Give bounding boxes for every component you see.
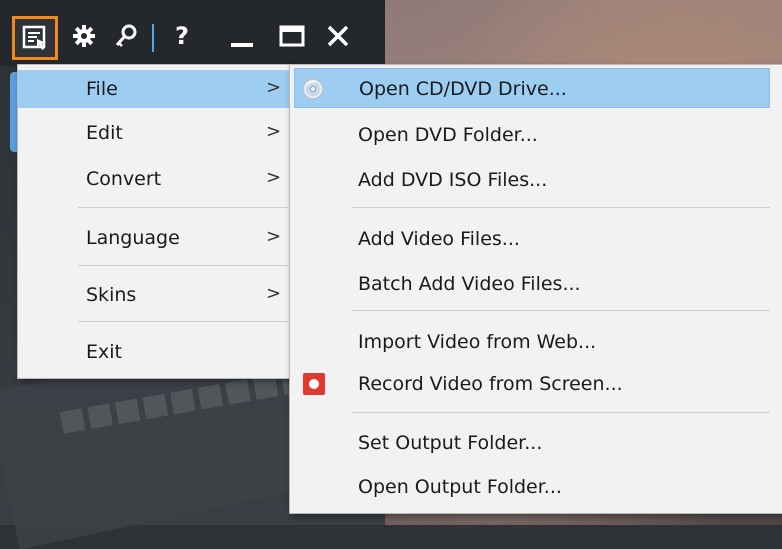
maximize-icon[interactable] [274,18,310,54]
menu-item-convert[interactable]: Convert > [18,160,291,198]
submenu-item-import-video-from-web[interactable]: Import Video from Web... [290,322,780,362]
submenu-item-add-dvd-iso-files[interactable]: Add DVD ISO Files... [290,160,780,200]
submenu-item-open-dvd-folder[interactable]: Open DVD Folder... [290,115,780,155]
title-toolbar: ? [0,0,385,66]
menu-item-label: Convert [86,168,162,190]
submenu-separator [352,310,770,311]
submenu-item-label: Set Output Folder... [358,432,543,454]
menu-separator [78,321,288,322]
menu-item-language[interactable]: Language > [18,219,291,257]
submenu-item-label: Open CD/DVD Drive... [359,78,567,100]
submenu-item-label: Batch Add Video Files... [358,273,581,295]
submenu-arrow-icon: > [266,167,282,188]
close-icon[interactable] [320,18,356,54]
menu-icon[interactable] [12,16,58,60]
submenu-item-label: Open DVD Folder... [358,124,538,146]
menu-separator [78,265,288,266]
submenu-arrow-icon: > [266,77,282,98]
submenu-item-label: Import Video from Web... [358,331,597,353]
submenu-item-open-cd-dvd-drive[interactable]: Open CD/DVD Drive... [294,68,770,108]
submenu-item-set-output-folder[interactable]: Set Output Folder... [290,423,780,463]
gear-icon[interactable] [66,18,102,54]
minimize-icon[interactable] [224,18,260,54]
menu-item-label: Language [86,227,180,249]
menu-item-label: Skins [86,284,137,306]
submenu-item-record-video-from-screen[interactable]: Record Video from Screen... [290,364,780,404]
help-icon[interactable]: ? [164,18,200,54]
submenu-item-open-output-folder[interactable]: Open Output Folder... [290,467,780,507]
submenu-arrow-icon: > [266,121,282,142]
menu-item-skins[interactable]: Skins > [18,276,291,314]
submenu-item-label: Record Video from Screen... [358,373,623,395]
menu-item-label: File [86,78,118,100]
submenu-arrow-icon: > [266,283,282,304]
toolbar-separator [152,24,154,52]
submenu-separator [352,207,770,208]
key-icon[interactable] [108,18,144,54]
menu-item-label: Edit [86,122,123,144]
menu-item-exit[interactable]: Exit [18,333,291,371]
submenu-item-batch-add-video-files[interactable]: Batch Add Video Files... [290,264,780,304]
submenu-item-label: Add DVD ISO Files... [358,169,548,191]
menu-item-edit[interactable]: Edit > [18,114,291,152]
disc-icon [302,78,324,100]
menu-separator [78,207,288,208]
menu-item-label: Exit [86,341,122,363]
submenu-item-label: Open Output Folder... [358,476,562,498]
submenu-arrow-icon: > [266,226,282,247]
file-submenu: Open CD/DVD Drive... Open DVD Folder... … [289,64,782,514]
record-icon [303,373,325,395]
menu-item-file[interactable]: File > [18,70,291,108]
submenu-item-add-video-files[interactable]: Add Video Files... [290,219,780,259]
submenu-item-label: Add Video Files... [358,228,520,250]
submenu-separator [352,412,770,413]
main-menu: File > Edit > Convert > Language > Skins… [17,64,294,379]
